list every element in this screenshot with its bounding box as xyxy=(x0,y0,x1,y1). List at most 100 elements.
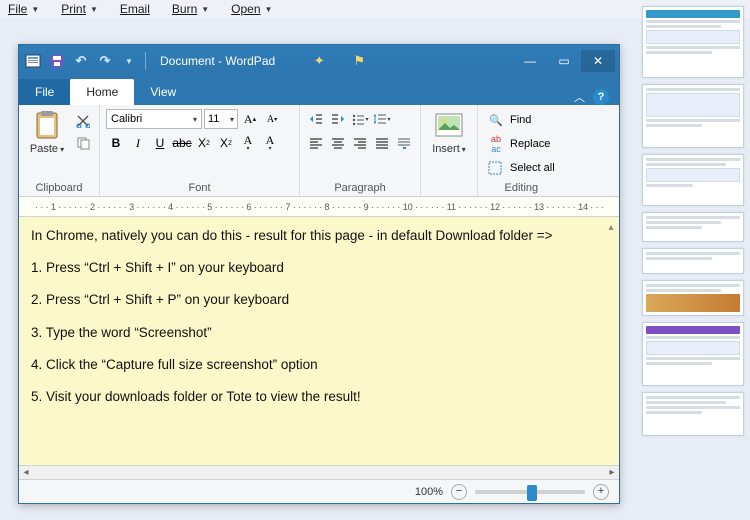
window-title: Document - WordPad xyxy=(160,54,275,68)
quick-access-toolbar: ↶ ↷ ▼ xyxy=(23,51,148,71)
align-right-icon[interactable] xyxy=(350,133,370,153)
bullets-icon[interactable]: ▾ xyxy=(350,109,370,129)
align-center-icon[interactable] xyxy=(328,133,348,153)
home-tab[interactable]: Home xyxy=(70,79,134,105)
ribbon-group-paragraph: ▾ ▾ Paragraph xyxy=(300,105,421,196)
find-button[interactable]: 🔍Find xyxy=(484,109,559,131)
group-label-font: Font xyxy=(106,180,293,194)
ribbon-group-insert: Insert▾ xyxy=(421,105,478,196)
outer-menu-open[interactable]: Open▼ xyxy=(231,2,272,16)
zoom-out-button[interactable]: − xyxy=(451,484,467,500)
doc-paragraph: 4. Click the “Capture full size screensh… xyxy=(31,356,607,374)
thumbnail-page[interactable] xyxy=(642,248,744,274)
chevron-down-icon: ▼ xyxy=(31,5,39,14)
replace-button[interactable]: abacReplace xyxy=(484,133,559,155)
text-highlight-button[interactable]: A▾ xyxy=(238,133,258,153)
strikethrough-button[interactable]: abc xyxy=(172,133,192,153)
window-controls: — ▭ ✕ xyxy=(513,50,615,72)
thumbnail-page[interactable] xyxy=(642,154,744,206)
qat-dropdown-icon[interactable]: ▼ xyxy=(119,51,139,71)
titlebar: ↶ ↷ ▼ Document - WordPad ✦ ⚑ — ▭ ✕ xyxy=(19,45,619,77)
flag-icon[interactable]: ⚑ xyxy=(349,51,369,71)
increase-indent-icon[interactable] xyxy=(328,109,348,129)
pin-icon[interactable]: ✦ xyxy=(309,51,329,71)
thumbnail-page[interactable] xyxy=(642,280,744,316)
view-tab[interactable]: View xyxy=(134,79,192,105)
thumbnail-page[interactable] xyxy=(642,322,744,386)
bold-button[interactable]: B xyxy=(106,133,126,153)
app-icon[interactable] xyxy=(23,51,43,71)
document-body[interactable]: ▴ In Chrome, natively you can do this - … xyxy=(19,217,619,465)
insert-button[interactable]: Insert▾ xyxy=(427,109,471,155)
replace-icon: abac xyxy=(488,134,504,154)
line-spacing-icon[interactable]: ▾ xyxy=(372,109,392,129)
thumbnail-page[interactable] xyxy=(642,212,744,242)
shrink-font-icon[interactable]: A▾ xyxy=(262,109,282,129)
thumbnail-page[interactable] xyxy=(642,392,744,436)
ribbon: Paste▾ Clipboard Calibri▾ xyxy=(19,105,619,197)
outer-menu-burn[interactable]: Burn▼ xyxy=(172,2,209,16)
scroll-left-icon[interactable]: ◂ xyxy=(19,466,33,479)
group-label-paragraph: Paragraph xyxy=(306,180,414,194)
doc-paragraph: 5. Visit your downloads folder or Tote t… xyxy=(31,388,607,406)
zoom-in-button[interactable]: + xyxy=(593,484,609,500)
thumbnail-strip[interactable] xyxy=(638,2,748,518)
chevron-down-icon: ▼ xyxy=(90,5,98,14)
wordpad-window: ↶ ↷ ▼ Document - WordPad ✦ ⚑ — ▭ ✕ File … xyxy=(18,44,620,504)
help-icon[interactable]: ? xyxy=(593,89,609,105)
find-icon: 🔍 xyxy=(488,114,504,127)
copy-icon[interactable] xyxy=(73,133,93,153)
underline-button[interactable]: U xyxy=(150,133,170,153)
ribbon-tabs: File Home View ︿ ? xyxy=(19,77,619,105)
select-all-button[interactable]: Select all xyxy=(484,157,559,179)
group-label-editing: Editing xyxy=(484,180,559,194)
horizontal-scrollbar[interactable]: ◂ ▸ xyxy=(19,465,619,479)
thumbnail-page[interactable] xyxy=(642,6,744,78)
paste-button[interactable]: Paste▾ xyxy=(25,109,69,155)
superscript-button[interactable]: X2 xyxy=(216,133,236,153)
redo-icon[interactable]: ↷ xyxy=(95,51,115,71)
clipboard-icon xyxy=(31,109,63,141)
ruler-area: · · · 1 · · · · · · 2 · · · · · · 3 · · … xyxy=(19,197,619,217)
file-tab[interactable]: File xyxy=(19,79,70,105)
decrease-indent-icon[interactable] xyxy=(306,109,326,129)
font-family-select[interactable]: Calibri▾ xyxy=(106,109,202,129)
scroll-up-icon[interactable]: ▴ xyxy=(605,221,617,235)
align-justify-icon[interactable] xyxy=(372,133,392,153)
chevron-down-icon: ▼ xyxy=(201,5,209,14)
undo-icon[interactable]: ↶ xyxy=(71,51,91,71)
italic-button[interactable]: I xyxy=(128,133,148,153)
doc-paragraph: 2. Press “Ctrl + Shift + P” on your keyb… xyxy=(31,291,607,309)
ribbon-group-font: Calibri▾ 11▾ A▴ A▾ B I U abc X2 X2 A▾ A▾ xyxy=(100,105,300,196)
font-color-button[interactable]: A▾ xyxy=(260,133,280,153)
zoom-slider[interactable] xyxy=(475,490,585,494)
font-size-select[interactable]: 11▾ xyxy=(204,109,238,129)
outer-menu-file[interactable]: File▼ xyxy=(8,2,39,16)
zoom-slider-thumb[interactable] xyxy=(527,485,537,501)
ruler[interactable]: · · · 1 · · · · · · 2 · · · · · · 3 · · … xyxy=(19,197,619,217)
doc-paragraph: 3. Type the word “Screenshot” xyxy=(31,324,607,342)
thumbnail-page[interactable] xyxy=(642,84,744,148)
scroll-right-icon[interactable]: ▸ xyxy=(605,466,619,479)
collapse-ribbon-icon[interactable]: ︿ xyxy=(574,89,585,105)
ribbon-group-editing: 🔍Find abacReplace Select all Editing xyxy=(478,105,565,196)
close-button[interactable]: ✕ xyxy=(581,50,615,72)
grow-font-icon[interactable]: A▴ xyxy=(240,109,260,129)
outer-menu-print[interactable]: Print▼ xyxy=(61,2,98,16)
picture-icon xyxy=(433,109,465,141)
zoom-level: 100% xyxy=(415,486,443,498)
doc-paragraph: In Chrome, natively you can do this - re… xyxy=(31,227,607,245)
save-icon[interactable] xyxy=(47,51,67,71)
chevron-down-icon: ▼ xyxy=(265,5,273,14)
align-left-icon[interactable] xyxy=(306,133,326,153)
cut-icon[interactable] xyxy=(73,111,93,131)
outer-menu-email[interactable]: Email xyxy=(120,2,150,16)
group-label-clipboard: Clipboard xyxy=(25,180,93,194)
paragraph-settings-icon[interactable] xyxy=(394,133,414,153)
doc-paragraph: 1. Press “Ctrl + Shift + I” on your keyb… xyxy=(31,259,607,277)
status-bar: 100% − + xyxy=(19,479,619,503)
maximize-button[interactable]: ▭ xyxy=(547,50,581,72)
subscript-button[interactable]: X2 xyxy=(194,133,214,153)
select-all-icon xyxy=(488,161,504,175)
minimize-button[interactable]: — xyxy=(513,50,547,72)
